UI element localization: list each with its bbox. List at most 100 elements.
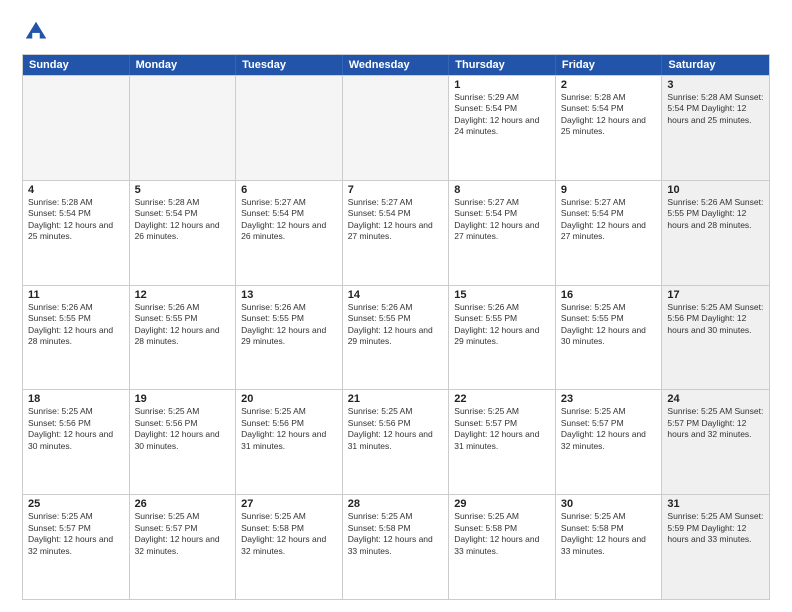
day-number: 7 bbox=[348, 184, 444, 196]
calendar-cell-4-6: 31Sunrise: 5:25 AM Sunset: 5:59 PM Dayli… bbox=[662, 495, 769, 599]
cell-details: Sunrise: 5:25 AM Sunset: 5:56 PM Dayligh… bbox=[28, 406, 124, 452]
cell-details: Sunrise: 5:25 AM Sunset: 5:58 PM Dayligh… bbox=[348, 511, 444, 557]
day-number: 16 bbox=[561, 289, 657, 301]
logo-icon bbox=[22, 18, 50, 46]
calendar-cell-2-5: 16Sunrise: 5:25 AM Sunset: 5:55 PM Dayli… bbox=[556, 286, 663, 390]
calendar-cell-3-6: 24Sunrise: 5:25 AM Sunset: 5:57 PM Dayli… bbox=[662, 390, 769, 494]
calendar-cell-3-5: 23Sunrise: 5:25 AM Sunset: 5:57 PM Dayli… bbox=[556, 390, 663, 494]
logo bbox=[22, 18, 54, 46]
calendar-cell-1-0: 4Sunrise: 5:28 AM Sunset: 5:54 PM Daylig… bbox=[23, 181, 130, 285]
calendar-cell-2-6: 17Sunrise: 5:25 AM Sunset: 5:56 PM Dayli… bbox=[662, 286, 769, 390]
day-number: 15 bbox=[454, 289, 550, 301]
calendar-cell-0-3 bbox=[343, 76, 450, 180]
calendar-cell-4-5: 30Sunrise: 5:25 AM Sunset: 5:58 PM Dayli… bbox=[556, 495, 663, 599]
cell-details: Sunrise: 5:29 AM Sunset: 5:54 PM Dayligh… bbox=[454, 92, 550, 138]
cell-details: Sunrise: 5:25 AM Sunset: 5:57 PM Dayligh… bbox=[454, 406, 550, 452]
cell-details: Sunrise: 5:25 AM Sunset: 5:56 PM Dayligh… bbox=[667, 302, 764, 336]
day-number: 31 bbox=[667, 498, 764, 510]
day-number: 25 bbox=[28, 498, 124, 510]
day-number: 2 bbox=[561, 79, 657, 91]
cell-details: Sunrise: 5:25 AM Sunset: 5:57 PM Dayligh… bbox=[135, 511, 231, 557]
day-number: 24 bbox=[667, 393, 764, 405]
cell-details: Sunrise: 5:25 AM Sunset: 5:55 PM Dayligh… bbox=[561, 302, 657, 348]
cell-details: Sunrise: 5:26 AM Sunset: 5:55 PM Dayligh… bbox=[454, 302, 550, 348]
calendar-cell-2-2: 13Sunrise: 5:26 AM Sunset: 5:55 PM Dayli… bbox=[236, 286, 343, 390]
calendar-header-wednesday: Wednesday bbox=[343, 55, 450, 75]
cell-details: Sunrise: 5:27 AM Sunset: 5:54 PM Dayligh… bbox=[348, 197, 444, 243]
cell-details: Sunrise: 5:26 AM Sunset: 5:55 PM Dayligh… bbox=[241, 302, 337, 348]
calendar-row-2: 11Sunrise: 5:26 AM Sunset: 5:55 PM Dayli… bbox=[23, 285, 769, 390]
calendar-cell-1-3: 7Sunrise: 5:27 AM Sunset: 5:54 PM Daylig… bbox=[343, 181, 450, 285]
calendar-cell-3-0: 18Sunrise: 5:25 AM Sunset: 5:56 PM Dayli… bbox=[23, 390, 130, 494]
calendar-cell-4-2: 27Sunrise: 5:25 AM Sunset: 5:58 PM Dayli… bbox=[236, 495, 343, 599]
calendar-cell-3-1: 19Sunrise: 5:25 AM Sunset: 5:56 PM Dayli… bbox=[130, 390, 237, 494]
calendar-header-sunday: Sunday bbox=[23, 55, 130, 75]
cell-details: Sunrise: 5:26 AM Sunset: 5:55 PM Dayligh… bbox=[28, 302, 124, 348]
cell-details: Sunrise: 5:27 AM Sunset: 5:54 PM Dayligh… bbox=[561, 197, 657, 243]
cell-details: Sunrise: 5:25 AM Sunset: 5:57 PM Dayligh… bbox=[561, 406, 657, 452]
cell-details: Sunrise: 5:28 AM Sunset: 5:54 PM Dayligh… bbox=[667, 92, 764, 126]
calendar-cell-1-6: 10Sunrise: 5:26 AM Sunset: 5:55 PM Dayli… bbox=[662, 181, 769, 285]
calendar-cell-0-4: 1Sunrise: 5:29 AM Sunset: 5:54 PM Daylig… bbox=[449, 76, 556, 180]
calendar-header-tuesday: Tuesday bbox=[236, 55, 343, 75]
cell-details: Sunrise: 5:25 AM Sunset: 5:59 PM Dayligh… bbox=[667, 511, 764, 545]
calendar-header: SundayMondayTuesdayWednesdayThursdayFrid… bbox=[23, 55, 769, 75]
day-number: 20 bbox=[241, 393, 337, 405]
cell-details: Sunrise: 5:25 AM Sunset: 5:56 PM Dayligh… bbox=[135, 406, 231, 452]
calendar-cell-4-0: 25Sunrise: 5:25 AM Sunset: 5:57 PM Dayli… bbox=[23, 495, 130, 599]
cell-details: Sunrise: 5:28 AM Sunset: 5:54 PM Dayligh… bbox=[135, 197, 231, 243]
calendar-cell-2-1: 12Sunrise: 5:26 AM Sunset: 5:55 PM Dayli… bbox=[130, 286, 237, 390]
calendar-header-monday: Monday bbox=[130, 55, 237, 75]
day-number: 4 bbox=[28, 184, 124, 196]
calendar-cell-1-4: 8Sunrise: 5:27 AM Sunset: 5:54 PM Daylig… bbox=[449, 181, 556, 285]
cell-details: Sunrise: 5:25 AM Sunset: 5:58 PM Dayligh… bbox=[454, 511, 550, 557]
calendar-header-saturday: Saturday bbox=[662, 55, 769, 75]
cell-details: Sunrise: 5:26 AM Sunset: 5:55 PM Dayligh… bbox=[135, 302, 231, 348]
header bbox=[22, 18, 770, 46]
day-number: 6 bbox=[241, 184, 337, 196]
day-number: 1 bbox=[454, 79, 550, 91]
day-number: 10 bbox=[667, 184, 764, 196]
day-number: 27 bbox=[241, 498, 337, 510]
calendar-cell-0-2 bbox=[236, 76, 343, 180]
cell-details: Sunrise: 5:25 AM Sunset: 5:57 PM Dayligh… bbox=[28, 511, 124, 557]
calendar-cell-0-5: 2Sunrise: 5:28 AM Sunset: 5:54 PM Daylig… bbox=[556, 76, 663, 180]
calendar-cell-4-4: 29Sunrise: 5:25 AM Sunset: 5:58 PM Dayli… bbox=[449, 495, 556, 599]
page: SundayMondayTuesdayWednesdayThursdayFrid… bbox=[0, 0, 792, 612]
day-number: 11 bbox=[28, 289, 124, 301]
calendar-cell-1-1: 5Sunrise: 5:28 AM Sunset: 5:54 PM Daylig… bbox=[130, 181, 237, 285]
day-number: 14 bbox=[348, 289, 444, 301]
day-number: 3 bbox=[667, 79, 764, 91]
calendar: SundayMondayTuesdayWednesdayThursdayFrid… bbox=[22, 54, 770, 600]
day-number: 8 bbox=[454, 184, 550, 196]
calendar-body: 1Sunrise: 5:29 AM Sunset: 5:54 PM Daylig… bbox=[23, 75, 769, 599]
cell-details: Sunrise: 5:25 AM Sunset: 5:57 PM Dayligh… bbox=[667, 406, 764, 440]
day-number: 9 bbox=[561, 184, 657, 196]
calendar-cell-2-4: 15Sunrise: 5:26 AM Sunset: 5:55 PM Dayli… bbox=[449, 286, 556, 390]
day-number: 17 bbox=[667, 289, 764, 301]
calendar-cell-0-1 bbox=[130, 76, 237, 180]
day-number: 22 bbox=[454, 393, 550, 405]
cell-details: Sunrise: 5:25 AM Sunset: 5:58 PM Dayligh… bbox=[241, 511, 337, 557]
cell-details: Sunrise: 5:27 AM Sunset: 5:54 PM Dayligh… bbox=[454, 197, 550, 243]
calendar-row-0: 1Sunrise: 5:29 AM Sunset: 5:54 PM Daylig… bbox=[23, 75, 769, 180]
calendar-cell-3-2: 20Sunrise: 5:25 AM Sunset: 5:56 PM Dayli… bbox=[236, 390, 343, 494]
calendar-cell-0-0 bbox=[23, 76, 130, 180]
calendar-cell-2-0: 11Sunrise: 5:26 AM Sunset: 5:55 PM Dayli… bbox=[23, 286, 130, 390]
day-number: 30 bbox=[561, 498, 657, 510]
calendar-cell-4-1: 26Sunrise: 5:25 AM Sunset: 5:57 PM Dayli… bbox=[130, 495, 237, 599]
calendar-row-3: 18Sunrise: 5:25 AM Sunset: 5:56 PM Dayli… bbox=[23, 389, 769, 494]
calendar-header-friday: Friday bbox=[556, 55, 663, 75]
cell-details: Sunrise: 5:25 AM Sunset: 5:56 PM Dayligh… bbox=[241, 406, 337, 452]
day-number: 29 bbox=[454, 498, 550, 510]
cell-details: Sunrise: 5:28 AM Sunset: 5:54 PM Dayligh… bbox=[561, 92, 657, 138]
day-number: 5 bbox=[135, 184, 231, 196]
calendar-cell-3-4: 22Sunrise: 5:25 AM Sunset: 5:57 PM Dayli… bbox=[449, 390, 556, 494]
day-number: 23 bbox=[561, 393, 657, 405]
day-number: 21 bbox=[348, 393, 444, 405]
cell-details: Sunrise: 5:26 AM Sunset: 5:55 PM Dayligh… bbox=[667, 197, 764, 231]
calendar-cell-1-2: 6Sunrise: 5:27 AM Sunset: 5:54 PM Daylig… bbox=[236, 181, 343, 285]
day-number: 18 bbox=[28, 393, 124, 405]
calendar-cell-0-6: 3Sunrise: 5:28 AM Sunset: 5:54 PM Daylig… bbox=[662, 76, 769, 180]
calendar-cell-2-3: 14Sunrise: 5:26 AM Sunset: 5:55 PM Dayli… bbox=[343, 286, 450, 390]
